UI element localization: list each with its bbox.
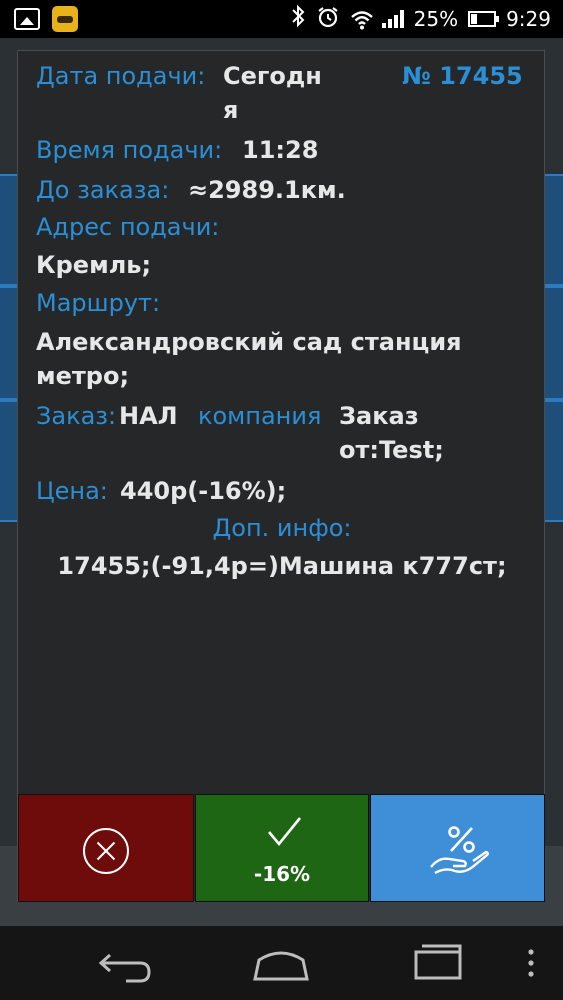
reject-order-button[interactable] xyxy=(18,794,194,902)
extra-info-label: Доп. инфо: xyxy=(212,514,352,542)
order-type-label: Заказ: xyxy=(36,402,117,430)
price-value: 440р(-16%); xyxy=(120,477,287,505)
back-icon[interactable] xyxy=(96,942,154,984)
wifi-icon xyxy=(350,10,373,30)
date-label: Дата подачи: xyxy=(36,62,206,90)
company-label: компания xyxy=(198,402,322,430)
route-value-wrap: метро; xyxy=(36,362,130,390)
discount-offer-button[interactable] xyxy=(370,794,545,902)
extra-info-value: 17455;(-91,4р=)Машина к777ст; xyxy=(57,552,507,580)
bluetooth-icon xyxy=(290,4,306,35)
payment-value: НАЛ xyxy=(119,402,178,430)
route-value: Александровский сад станция xyxy=(36,328,462,356)
signal-icon xyxy=(381,10,404,28)
date-value-wrap: я xyxy=(223,96,239,124)
address-value: Кремль; xyxy=(36,251,152,279)
price-label: Цена: xyxy=(36,477,108,505)
company-value: Заказ xyxy=(339,402,419,430)
accept-discount-label: -16% xyxy=(253,862,311,886)
distance-value: ≈2989.1км. xyxy=(188,176,346,204)
time-value: 11:28 xyxy=(242,136,319,164)
home-icon[interactable] xyxy=(251,942,311,984)
route-label: Маршрут: xyxy=(36,289,161,317)
accept-order-button[interactable]: -16% xyxy=(195,794,369,902)
checkmark-icon xyxy=(268,817,302,847)
hand-percent-icon xyxy=(430,826,489,875)
distance-label: До заказа: xyxy=(36,176,170,204)
battery-icon xyxy=(468,11,500,27)
address-label: Адрес подачи: xyxy=(36,213,220,241)
date-value: Сегодн xyxy=(223,62,322,90)
alarm-icon xyxy=(316,5,340,34)
status-bar: 25% 9:29 xyxy=(0,0,563,38)
system-navigation-bar xyxy=(0,926,563,1000)
battery-percent: 25% xyxy=(413,7,459,31)
order-details-dialog: Дата подачи: Сегодн я № 17455 Время пода… xyxy=(17,50,545,902)
image-notification-icon xyxy=(14,8,40,30)
time-label: Время подачи: xyxy=(36,136,223,164)
company-value-wrap: от:Test; xyxy=(339,436,444,464)
clock: 9:29 xyxy=(506,7,551,31)
order-number: № 17455 xyxy=(402,60,523,92)
taxi-app-notification-icon xyxy=(52,6,78,32)
recent-apps-icon[interactable] xyxy=(408,942,468,984)
status-right-group: 25% 9:29 xyxy=(290,4,551,35)
overflow-menu-icon[interactable] xyxy=(524,942,538,984)
order-number-text: № 17455 xyxy=(402,62,523,90)
close-circle-icon xyxy=(83,828,129,874)
